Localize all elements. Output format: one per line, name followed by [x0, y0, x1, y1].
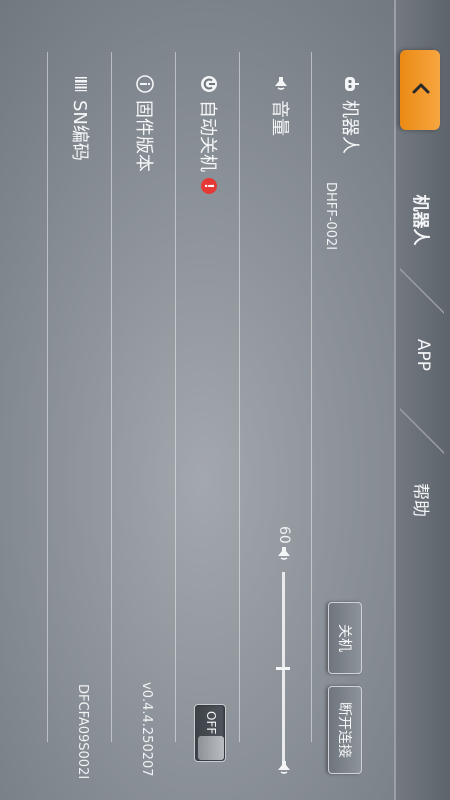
- sn-value: DFCFA09S002I: [75, 684, 90, 780]
- power-icon: [201, 76, 217, 92]
- rotated-canvas: 机器人 APP 帮助 机器人 DHFF-002I 关机 断开连接 音量 60 自…: [0, 0, 450, 800]
- firmware-label-group: 固件版本: [132, 74, 158, 172]
- tab-robot[interactable]: 机器人: [396, 160, 450, 280]
- toggle-knob: [198, 736, 224, 760]
- auto-shutdown-toggle[interactable]: OFF: [194, 704, 226, 762]
- firmware-label: 固件版本: [133, 100, 154, 172]
- info-icon: [136, 75, 154, 93]
- volume-label-group: 音量: [268, 74, 294, 136]
- auto-shutdown-label: 自动关机: [197, 100, 218, 172]
- shutdown-button[interactable]: 关机: [328, 602, 362, 674]
- auto-shutdown-row: 自动关机 ! OFF: [175, 52, 240, 762]
- volume-value: 60: [276, 526, 292, 544]
- slider-track: [282, 572, 285, 770]
- settings-list: 机器人 DHFF-002I 关机 断开连接 音量 60 自动关机 ! OFF 固…: [0, 0, 396, 800]
- robot-icon: [345, 77, 359, 91]
- firmware-row: 固件版本 v0.4.4.250207: [111, 52, 176, 777]
- screen: 机器人 APP 帮助 机器人 DHFF-002I 关机 断开连接 音量 60 自…: [0, 0, 450, 800]
- auto-shutdown-label-group: 自动关机 !: [196, 74, 222, 194]
- volume-label: 音量: [269, 100, 290, 136]
- sn-label: SN编码: [69, 100, 90, 161]
- back-button[interactable]: [400, 50, 440, 130]
- speaker-icon: [278, 761, 290, 774]
- speaker-icon: [278, 547, 290, 560]
- top-bar: 机器人 APP 帮助: [394, 0, 450, 800]
- tab-help[interactable]: 帮助: [396, 440, 450, 560]
- robot-id-value: DHFF-002I: [323, 182, 338, 251]
- chevron-left-icon: [412, 83, 430, 94]
- barcode-icon: [75, 77, 87, 92]
- tab-app[interactable]: APP: [396, 300, 450, 410]
- disconnect-button[interactable]: 断开连接: [328, 686, 362, 774]
- warning-badge: !: [201, 178, 217, 194]
- speaker-icon: [275, 77, 287, 90]
- robot-label: 机器人: [339, 100, 360, 154]
- sn-label-group: SN编码: [68, 74, 94, 161]
- robot-label-group: 机器人: [338, 74, 364, 154]
- toggle-label: OFF: [204, 711, 218, 735]
- robot-row: 机器人 DHFF-002I 关机 断开连接: [311, 52, 368, 774]
- slider-thumb[interactable]: [276, 667, 290, 670]
- sn-row: SN编码 DFCFA09S002I: [47, 52, 112, 779]
- firmware-value: v0.4.4.250207: [139, 682, 154, 777]
- volume-row: 音量 60: [239, 52, 312, 774]
